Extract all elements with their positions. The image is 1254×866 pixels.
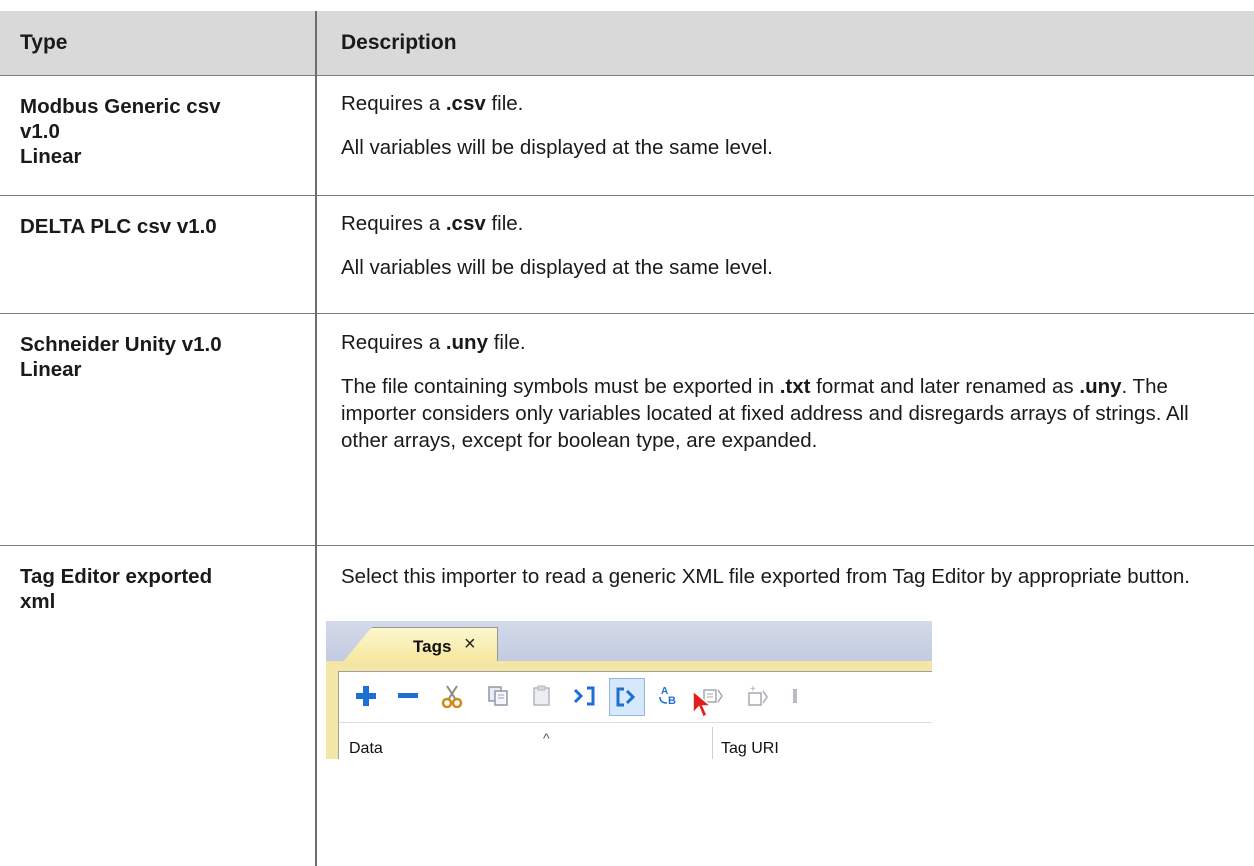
table-header-row: Type Description xyxy=(0,11,1254,76)
table-row: Tag Editor exported xml Select this impo… xyxy=(0,546,1254,866)
description-paragraph: The file containing symbols must be expo… xyxy=(341,373,1234,454)
type-cell: Modbus Generic csv v1.0 Linear xyxy=(0,76,316,196)
tag-editor-screenshot: Tags × xyxy=(326,621,932,759)
column-tag-uri[interactable]: Tag URI xyxy=(721,735,779,759)
header-description: Description xyxy=(316,11,1254,76)
description-paragraph: Select this importer to read a generic X… xyxy=(341,563,1234,590)
description-paragraph: All variables will be displayed at the s… xyxy=(341,254,1234,281)
cut-icon[interactable] xyxy=(435,678,469,714)
table-row: Schneider Unity v1.0 Linear Requires a .… xyxy=(0,314,1254,546)
table-row: DELTA PLC csv v1.0 Requires a .csv file.… xyxy=(0,196,1254,314)
sort-arrow-icon: ^ xyxy=(543,725,550,752)
column-header: Data ^ Tag URI xyxy=(339,722,932,759)
editor-panel: AB + Data xyxy=(338,671,932,759)
editor-frame: AB + Data xyxy=(326,661,932,759)
requires-paragraph: Requires a .uny file. xyxy=(341,329,1234,356)
type-line: Linear xyxy=(20,357,303,382)
type-line: Linear xyxy=(20,144,303,169)
file-extension: .csv xyxy=(446,92,486,115)
type-line: DELTA PLC csv v1.0 xyxy=(20,214,303,239)
requires-paragraph: Requires a .csv file. xyxy=(341,210,1234,237)
svg-text:B: B xyxy=(668,695,676,707)
file-extension: .uny xyxy=(1079,375,1121,398)
column-divider[interactable] xyxy=(712,727,713,759)
table-row: Modbus Generic csv v1.0 Linear Requires … xyxy=(0,76,1254,196)
type-line: Schneider Unity v1.0 xyxy=(20,332,303,357)
type-line: xml xyxy=(20,589,303,614)
mouse-pointer-icon xyxy=(692,690,714,720)
description-cell: Requires a .csv file. All variables will… xyxy=(316,196,1254,314)
import-icon[interactable] xyxy=(567,678,601,714)
file-extension: .uny xyxy=(446,331,488,354)
header-type: Type xyxy=(0,11,316,76)
close-icon[interactable]: × xyxy=(464,631,476,658)
type-cell: Schneider Unity v1.0 Linear xyxy=(0,314,316,546)
description-paragraph: All variables will be displayed at the s… xyxy=(341,134,1234,161)
export-icon[interactable] xyxy=(609,678,645,716)
type-line: v1.0 xyxy=(20,119,303,144)
rename-icon[interactable]: AB xyxy=(653,678,687,714)
tab-strip: Tags × xyxy=(326,621,932,662)
copy-icon[interactable] xyxy=(481,678,515,714)
column-data[interactable]: Data xyxy=(349,735,383,759)
remove-icon[interactable] xyxy=(391,678,425,714)
type-line: Tag Editor exported xyxy=(20,564,303,589)
file-extension: .csv xyxy=(446,212,486,235)
type-line: Modbus Generic csv xyxy=(20,94,303,119)
description-cell: Requires a .csv file. All variables will… xyxy=(316,76,1254,196)
importer-table: Type Description Modbus Generic csv v1.0… xyxy=(0,11,1254,866)
paste-icon[interactable] xyxy=(525,678,559,714)
tag-add-icon[interactable]: + xyxy=(741,678,775,714)
requires-paragraph: Requires a .csv file. xyxy=(341,90,1234,117)
description-cell: Select this importer to read a generic X… xyxy=(316,546,1254,866)
description-cell: Requires a .uny file. The file containin… xyxy=(316,314,1254,546)
type-cell: DELTA PLC csv v1.0 xyxy=(0,196,316,314)
type-cell: Tag Editor exported xml xyxy=(0,546,316,866)
tab-label: Tags xyxy=(413,633,451,660)
add-icon[interactable] xyxy=(349,678,383,714)
file-extension: .txt xyxy=(780,375,811,398)
more-icon[interactable] xyxy=(785,678,805,714)
